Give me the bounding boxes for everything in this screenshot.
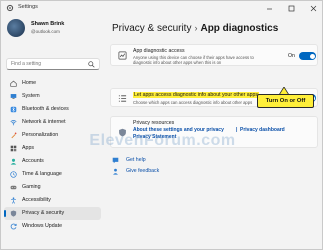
- search-placeholder: Find a setting: [11, 61, 42, 67]
- bluetooth-icon: [10, 106, 17, 113]
- help-icon: [112, 157, 119, 164]
- sidebar-item-label: Accessibility: [22, 197, 51, 203]
- sidebar-item-network[interactable]: Network & internet: [4, 116, 101, 129]
- card-title: Let apps access diagnostic info about yo…: [133, 92, 260, 98]
- personalization-icon: [11, 132, 17, 139]
- system-icon: [10, 94, 17, 99]
- sidebar: Shawn Brink @outlook.com Find a setting …: [1, 15, 104, 249]
- shield-icon: [119, 128, 126, 137]
- maximize-button[interactable]: [280, 1, 302, 15]
- feedback-icon: [113, 168, 118, 175]
- app-diagnostic-access-card: App diagnostic access Anyone using this …: [110, 44, 318, 66]
- sidebar-item-label: Network & internet: [22, 119, 66, 125]
- breadcrumb-separator: ›: [194, 23, 198, 33]
- privacy-dashboard-link[interactable]: Privacy dashboard: [240, 127, 285, 133]
- accounts-icon: [10, 158, 17, 165]
- page-title: App diagnostics: [200, 23, 279, 34]
- toggle-state-label: On: [288, 53, 295, 59]
- windows-update-icon: [10, 223, 17, 230]
- give-feedback-label: Give feedback: [126, 168, 160, 174]
- sidebar-item-label: Personalization: [22, 132, 59, 138]
- sidebar-nav: Home System Bluetooth & devices Network …: [1, 77, 104, 233]
- sidebar-item-label: Gaming: [22, 184, 41, 190]
- breadcrumb: Privacy & security › App diagnostics: [112, 23, 278, 34]
- sidebar-item-label: System: [22, 93, 40, 99]
- user-profile[interactable]: Shawn Brink @outlook.com: [7, 17, 102, 41]
- time-language-icon: [10, 171, 17, 178]
- home-icon: [10, 80, 17, 87]
- highlighted-setting-title: Let apps access diagnostic info about yo…: [133, 92, 260, 98]
- app-diagnostic-access-toggle[interactable]: [299, 52, 316, 60]
- title-bar[interactable]: Settings: [1, 1, 322, 15]
- accessibility-icon: [11, 197, 16, 204]
- minimize-button[interactable]: [258, 1, 280, 15]
- sidebar-item-accounts[interactable]: Accounts: [4, 155, 101, 168]
- network-icon: [10, 120, 17, 126]
- sidebar-item-system[interactable]: System: [4, 90, 101, 103]
- window-title: Settings: [18, 4, 38, 10]
- sidebar-item-label: Privacy & security: [22, 210, 65, 216]
- sidebar-item-label: Home: [22, 80, 37, 86]
- list-icon: [118, 95, 127, 102]
- card-title: Privacy resources: [133, 120, 175, 126]
- callout-label: Turn On or Off: [257, 94, 314, 108]
- breadcrumb-parent[interactable]: Privacy & security: [112, 23, 191, 34]
- card-title: App diagnostic access: [133, 48, 185, 54]
- sidebar-item-label: Windows Update: [22, 223, 63, 229]
- privacy-statement-link[interactable]: Privacy Statement: [133, 134, 176, 140]
- link-separator: |: [236, 127, 238, 133]
- profile-name: Shawn Brink: [31, 21, 65, 27]
- diagnostic-icon: [118, 51, 127, 60]
- sidebar-item-accessibility[interactable]: Accessibility: [4, 194, 101, 207]
- sidebar-item-time-language[interactable]: Time & language: [4, 168, 101, 181]
- apps-icon: [10, 145, 17, 152]
- sidebar-item-bluetooth[interactable]: Bluetooth & devices: [4, 103, 101, 116]
- gaming-icon: [10, 185, 17, 190]
- card-description: Anyone using this device can choose if t…: [133, 55, 254, 65]
- privacy-icon: [10, 210, 17, 217]
- profile-email: @outlook.com: [31, 29, 60, 34]
- sidebar-item-label: Accounts: [22, 158, 44, 164]
- get-help-label: Get help: [126, 157, 146, 163]
- sidebar-item-gaming[interactable]: Gaming: [4, 181, 101, 194]
- sidebar-item-apps[interactable]: Apps: [4, 142, 101, 155]
- sidebar-item-privacy-security[interactable]: Privacy & security: [4, 207, 101, 220]
- sidebar-item-windows-update[interactable]: Windows Update: [4, 220, 101, 233]
- close-icon: [310, 5, 316, 11]
- settings-window: Settings Shawn Brink @outlook.com Find a…: [0, 0, 323, 250]
- avatar: [7, 19, 25, 37]
- sidebar-item-label: Apps: [22, 145, 35, 151]
- sidebar-item-home[interactable]: Home: [4, 77, 101, 90]
- main-content: Privacy & security › App diagnostics App d…: [104, 15, 322, 249]
- privacy-resources-card: Privacy resources About these settings a…: [110, 116, 318, 148]
- search-box[interactable]: Find a setting: [6, 58, 100, 70]
- sidebar-item-personalization[interactable]: Personalization: [4, 129, 101, 142]
- sidebar-item-label: Time & language: [22, 171, 62, 177]
- close-button[interactable]: [302, 1, 322, 15]
- maximize-icon: [288, 5, 294, 11]
- settings-app-icon: [6, 4, 14, 12]
- search-icon: [88, 61, 95, 68]
- sidebar-item-label: Bluetooth & devices: [22, 106, 69, 112]
- about-privacy-link[interactable]: About these settings and your privacy: [133, 127, 224, 133]
- minimize-icon: [266, 8, 272, 9]
